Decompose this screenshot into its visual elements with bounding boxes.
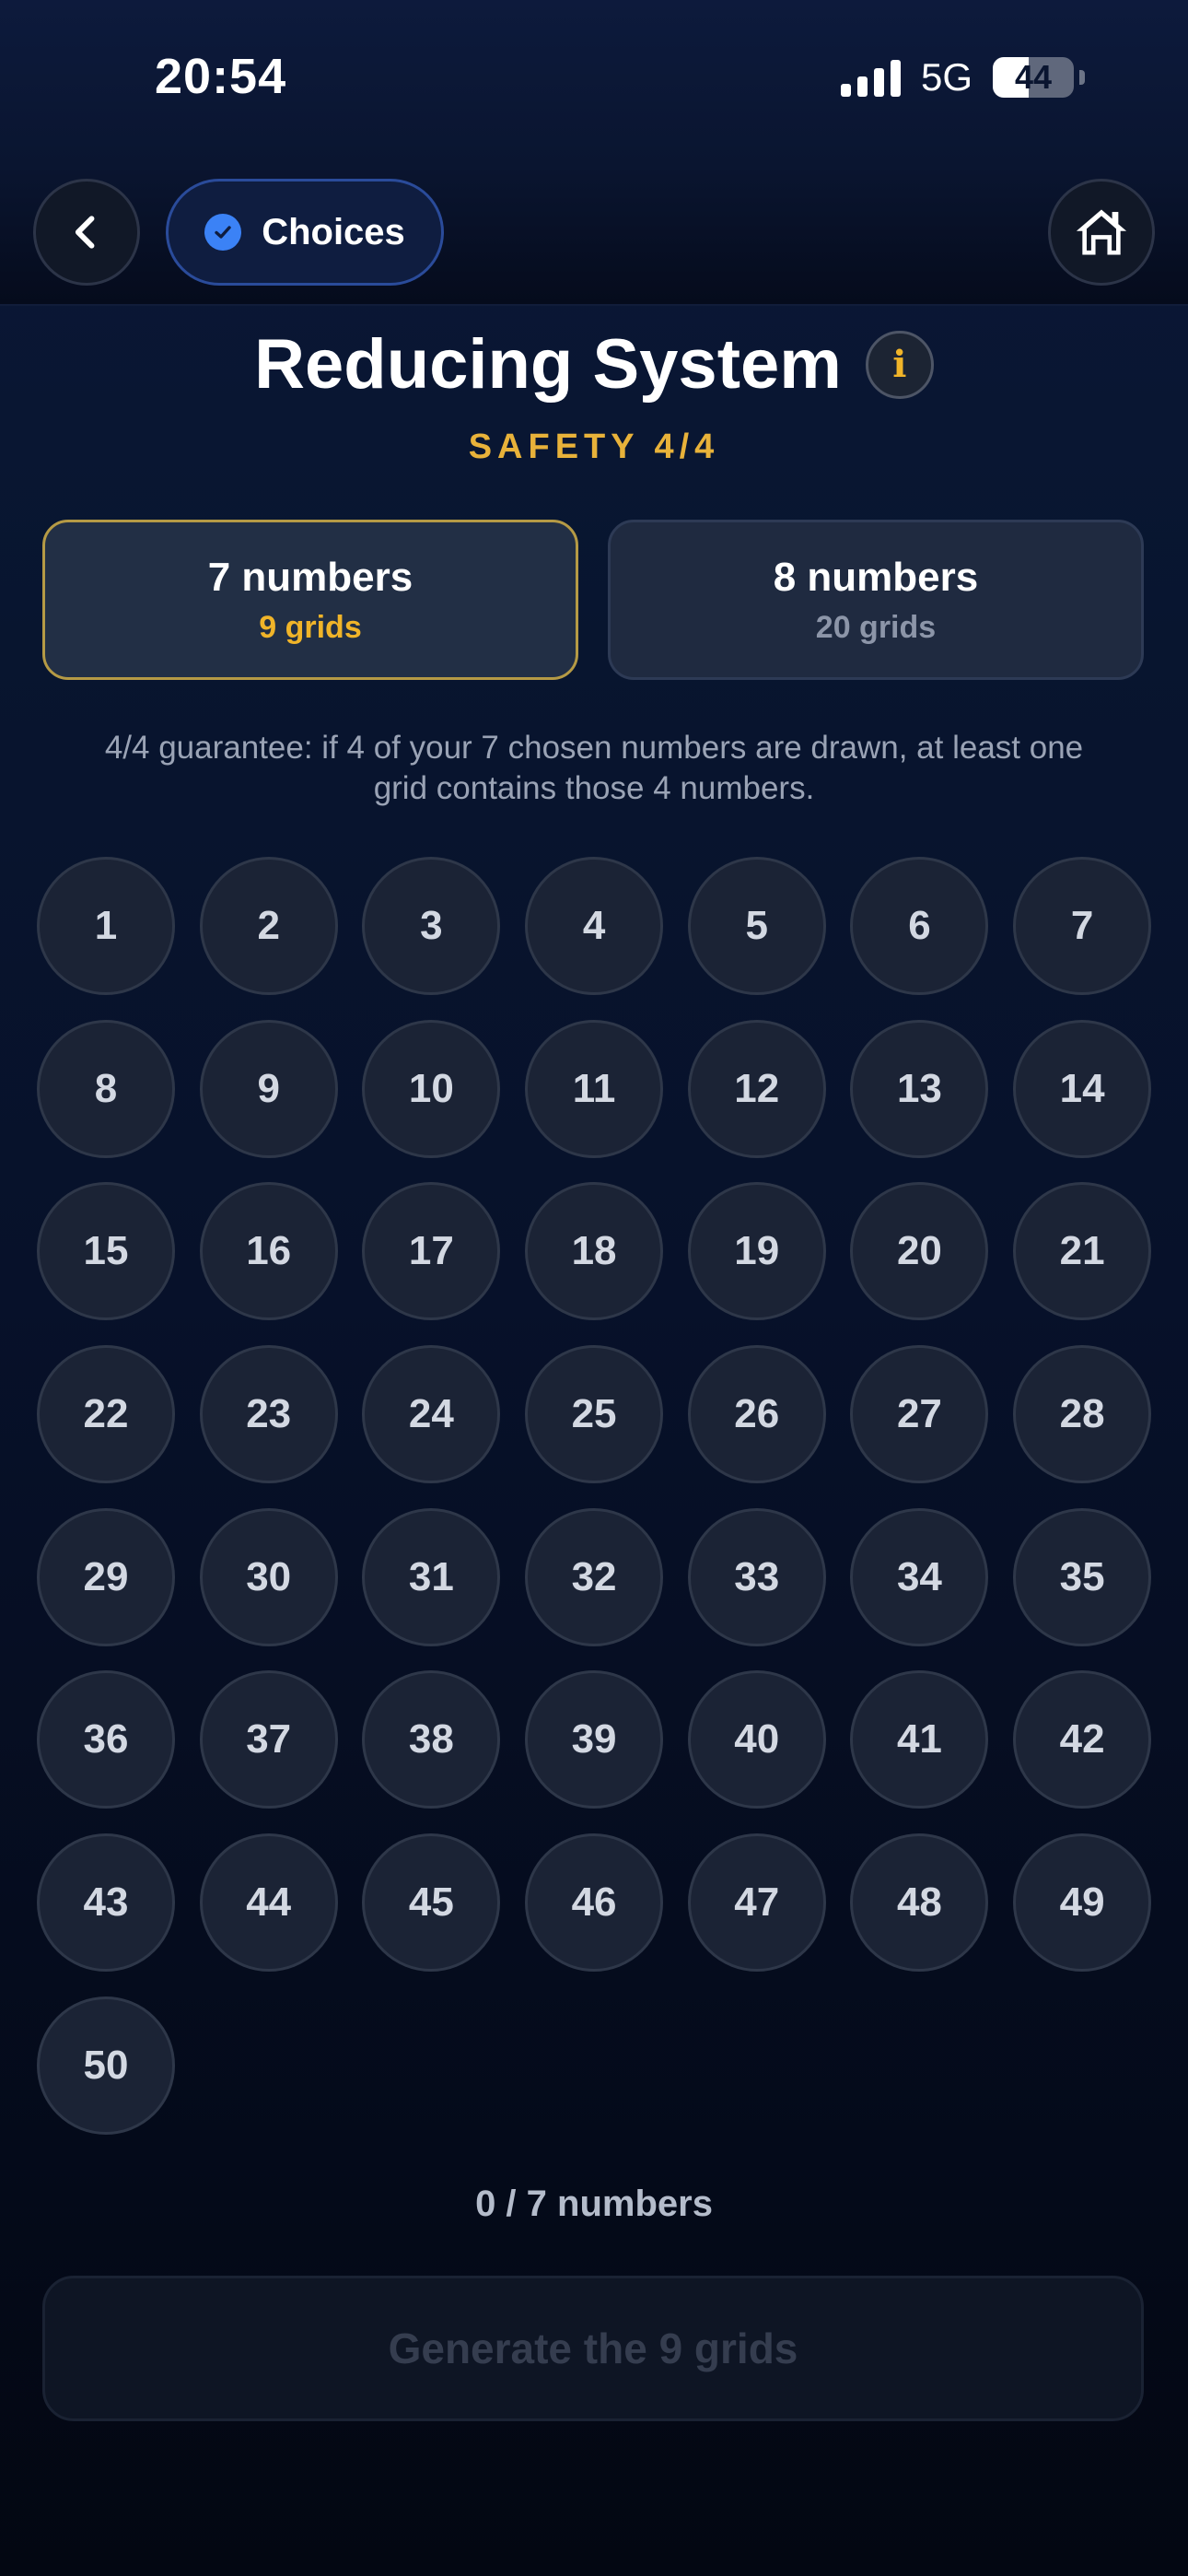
number-ball-36[interactable]: 36 bbox=[37, 1670, 175, 1809]
info-button[interactable]: i bbox=[865, 330, 934, 399]
check-circle-icon bbox=[204, 214, 242, 251]
number-ball-1[interactable]: 1 bbox=[37, 857, 175, 995]
number-ball-6[interactable]: 6 bbox=[850, 857, 989, 995]
number-ball-22[interactable]: 22 bbox=[37, 1345, 175, 1484]
option-grids: 20 grids bbox=[815, 609, 937, 645]
number-ball-11[interactable]: 11 bbox=[525, 1019, 664, 1158]
chevron-left-icon bbox=[75, 216, 95, 249]
number-ball-23[interactable]: 23 bbox=[199, 1345, 338, 1484]
number-ball-41[interactable]: 41 bbox=[850, 1670, 989, 1809]
number-ball-19[interactable]: 19 bbox=[687, 1182, 826, 1321]
info-icon: i bbox=[892, 343, 907, 386]
back-button[interactable] bbox=[33, 179, 140, 286]
number-ball-13[interactable]: 13 bbox=[850, 1019, 989, 1158]
number-ball-46[interactable]: 46 bbox=[525, 1833, 664, 1973]
option-title: 8 numbers bbox=[773, 554, 979, 600]
option-7-numbers[interactable]: 7 numbers 9 grids bbox=[42, 520, 578, 680]
number-ball-9[interactable]: 9 bbox=[199, 1019, 338, 1158]
choices-label: Choices bbox=[262, 211, 405, 252]
status-bar: 20:54 5G 44 bbox=[0, 0, 1188, 166]
number-ball-16[interactable]: 16 bbox=[199, 1182, 338, 1321]
number-ball-49[interactable]: 49 bbox=[1013, 1833, 1152, 1973]
number-ball-2[interactable]: 2 bbox=[199, 857, 338, 995]
number-ball-14[interactable]: 14 bbox=[1013, 1019, 1152, 1158]
generate-grids-button[interactable]: Generate the 9 grids bbox=[42, 2276, 1144, 2421]
number-ball-50[interactable]: 50 bbox=[37, 1996, 175, 2135]
battery-icon: 44 bbox=[993, 57, 1074, 98]
number-ball-27[interactable]: 27 bbox=[850, 1345, 989, 1484]
number-ball-38[interactable]: 38 bbox=[362, 1670, 501, 1809]
number-ball-5[interactable]: 5 bbox=[687, 857, 826, 995]
number-ball-18[interactable]: 18 bbox=[525, 1182, 664, 1321]
selection-counter: 0 / 7 numbers bbox=[475, 2184, 713, 2224]
number-ball-33[interactable]: 33 bbox=[687, 1507, 826, 1646]
number-ball-28[interactable]: 28 bbox=[1013, 1345, 1152, 1484]
number-ball-21[interactable]: 21 bbox=[1013, 1182, 1152, 1321]
option-grids: 9 grids bbox=[259, 609, 362, 645]
option-8-numbers[interactable]: 8 numbers 20 grids bbox=[608, 520, 1144, 680]
number-ball-26[interactable]: 26 bbox=[687, 1345, 826, 1484]
guarantee-description: 4/4 guarantee: if 4 of your 7 chosen num… bbox=[104, 730, 1084, 806]
cellular-signal-icon bbox=[840, 58, 901, 97]
network-type: 5G bbox=[920, 55, 973, 99]
number-ball-42[interactable]: 42 bbox=[1013, 1670, 1152, 1809]
number-ball-8[interactable]: 8 bbox=[37, 1019, 175, 1158]
number-ball-20[interactable]: 20 bbox=[850, 1182, 989, 1321]
number-ball-30[interactable]: 30 bbox=[199, 1507, 338, 1646]
number-ball-48[interactable]: 48 bbox=[850, 1833, 989, 1973]
nav-bar: Choices bbox=[0, 166, 1188, 306]
number-ball-15[interactable]: 15 bbox=[37, 1182, 175, 1321]
number-ball-45[interactable]: 45 bbox=[362, 1833, 501, 1973]
number-ball-35[interactable]: 35 bbox=[1013, 1507, 1152, 1646]
number-ball-25[interactable]: 25 bbox=[525, 1345, 664, 1484]
number-ball-37[interactable]: 37 bbox=[199, 1670, 338, 1809]
number-ball-34[interactable]: 34 bbox=[850, 1507, 989, 1646]
battery-nub bbox=[1079, 70, 1085, 85]
number-ball-47[interactable]: 47 bbox=[687, 1833, 826, 1973]
number-ball-24[interactable]: 24 bbox=[362, 1345, 501, 1484]
choices-button[interactable]: Choices bbox=[166, 179, 444, 286]
number-ball-32[interactable]: 32 bbox=[525, 1507, 664, 1646]
battery-percent: 44 bbox=[1014, 58, 1053, 96]
number-ball-3[interactable]: 3 bbox=[362, 857, 501, 995]
number-ball-4[interactable]: 4 bbox=[525, 857, 664, 995]
number-ball-40[interactable]: 40 bbox=[687, 1670, 826, 1809]
number-ball-17[interactable]: 17 bbox=[362, 1182, 501, 1321]
number-ball-12[interactable]: 12 bbox=[687, 1019, 826, 1158]
option-title: 7 numbers bbox=[207, 554, 413, 600]
number-grid: 1 2 3 4 5 6 7 8 9 10 11 12 13 14 15 16 17 18 19 20 21 22 23 24 2… bbox=[37, 857, 1152, 2135]
number-ball-7[interactable]: 7 bbox=[1013, 857, 1152, 995]
status-time: 20:54 bbox=[155, 49, 287, 104]
number-ball-39[interactable]: 39 bbox=[525, 1670, 664, 1809]
title-row: Reducing System i bbox=[0, 324, 1188, 404]
number-ball-29[interactable]: 29 bbox=[37, 1507, 175, 1646]
number-ball-31[interactable]: 31 bbox=[362, 1507, 501, 1646]
home-icon bbox=[1076, 209, 1127, 255]
home-button[interactable] bbox=[1048, 179, 1155, 286]
status-indicators: 5G 44 bbox=[840, 55, 1085, 100]
number-ball-44[interactable]: 44 bbox=[199, 1833, 338, 1973]
number-ball-43[interactable]: 43 bbox=[37, 1833, 175, 1973]
safety-subtitle: SAFETY 4/4 bbox=[468, 427, 720, 466]
number-ball-10[interactable]: 10 bbox=[362, 1019, 501, 1158]
page-title: Reducing System bbox=[254, 325, 842, 404]
